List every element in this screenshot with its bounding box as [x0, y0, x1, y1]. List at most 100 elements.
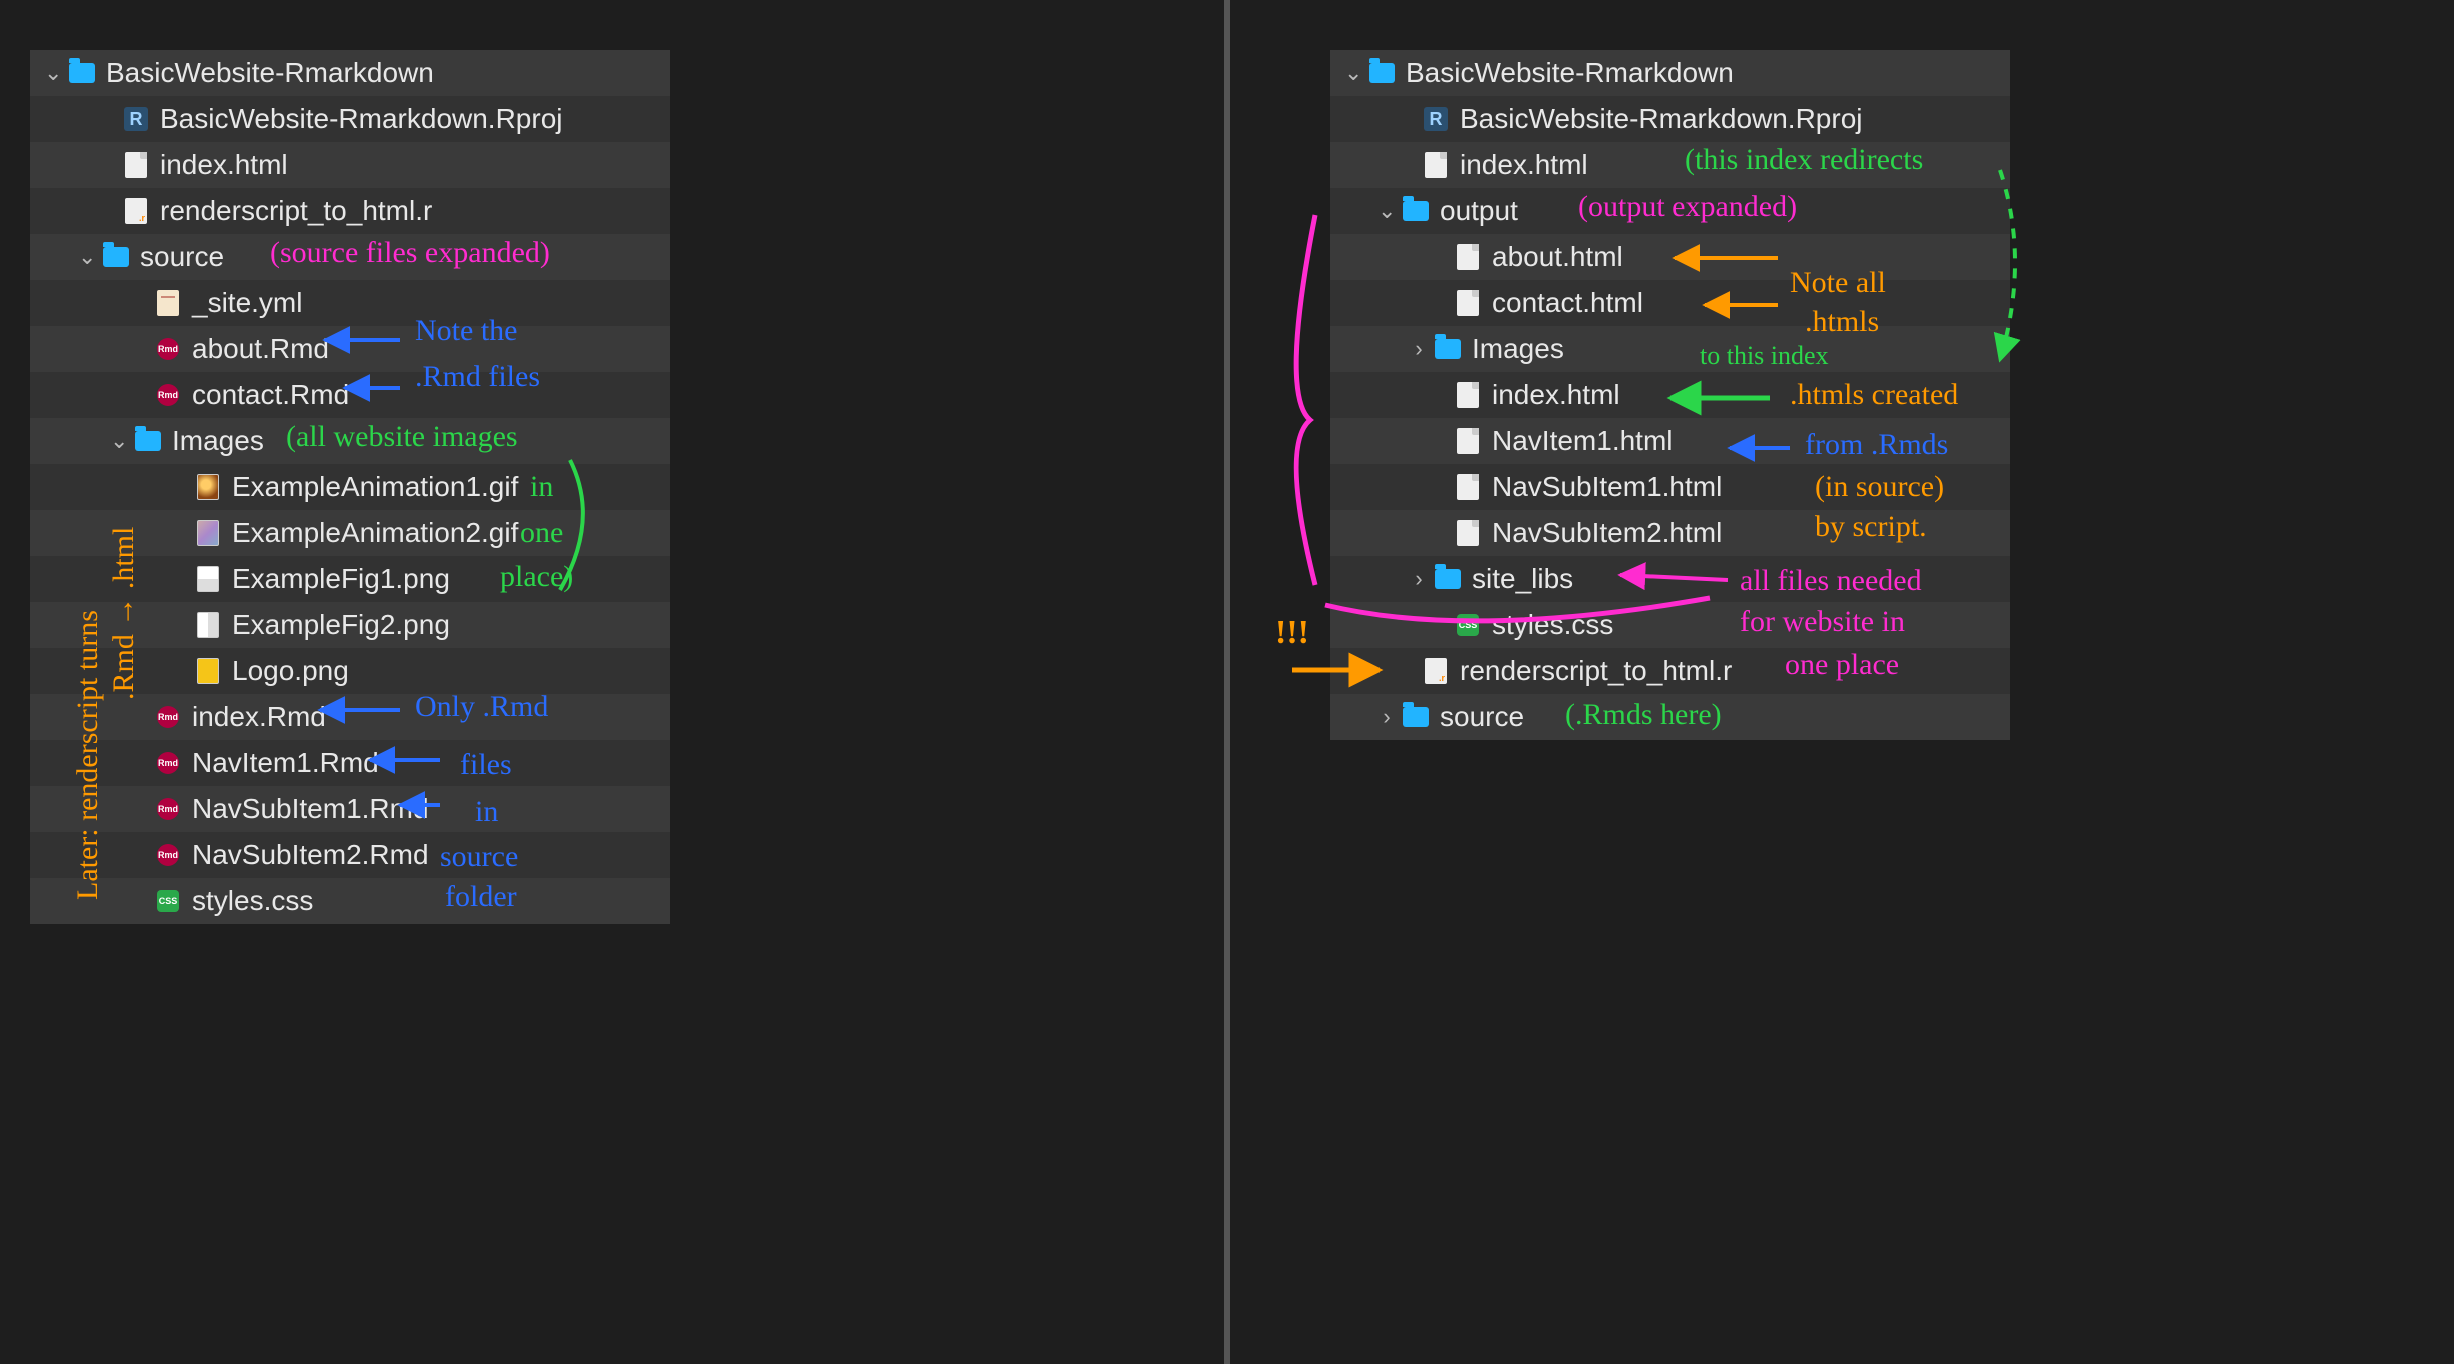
tree-row[interactable]: contact.html: [1330, 280, 2010, 326]
file-icon: [1454, 243, 1482, 271]
chevron-down-icon[interactable]: ⌄: [78, 244, 96, 270]
folder-label: output: [1440, 195, 1518, 227]
tree-row[interactable]: Rmd NavItem1.Rmd: [30, 740, 670, 786]
folder-icon: [1402, 197, 1430, 225]
rproj-icon: R: [122, 105, 150, 133]
file-icon: [122, 151, 150, 179]
file-label: about.Rmd: [192, 333, 329, 365]
file-label: ExampleAnimation1.gif: [232, 471, 518, 503]
file-label: index.html: [1460, 149, 1588, 181]
file-label: Logo.png: [232, 655, 349, 687]
rmd-icon: Rmd: [154, 703, 182, 731]
annotation-exclamation: !!!: [1275, 614, 1309, 651]
file-tree-left: ⌄ BasicWebsite-Rmarkdown R BasicWebsite-…: [30, 50, 670, 924]
r-file-icon: [122, 197, 150, 225]
tree-row[interactable]: NavItem1.html: [1330, 418, 2010, 464]
tree-row[interactable]: NavSubItem2.html: [1330, 510, 2010, 556]
tree-row[interactable]: CSS styles.css: [30, 878, 670, 924]
folder-icon: [1368, 59, 1396, 87]
image-icon: [194, 565, 222, 593]
folder-icon: [1434, 335, 1462, 363]
file-icon: [1454, 473, 1482, 501]
annotation-vertical: Later: renderscript turns: [72, 610, 104, 900]
folder-label: source: [140, 241, 224, 273]
css-icon: CSS: [1454, 611, 1482, 639]
file-label: _site.yml: [192, 287, 302, 319]
file-label: ExampleAnimation2.gif: [232, 517, 518, 549]
right-pane: ⌄ BasicWebsite-Rmarkdown R BasicWebsite-…: [1230, 0, 2454, 1364]
file-label: contact.html: [1492, 287, 1643, 319]
tree-row[interactable]: Rmd NavSubItem2.Rmd: [30, 832, 670, 878]
file-label: NavSubItem2.html: [1492, 517, 1722, 549]
image-icon: [194, 657, 222, 685]
file-label: about.html: [1492, 241, 1623, 273]
chevron-right-icon[interactable]: ›: [1410, 336, 1428, 362]
r-file-icon: [1422, 657, 1450, 685]
annotation-vertical: .Rmd → .html: [108, 527, 140, 700]
rmd-icon: Rmd: [154, 749, 182, 777]
tree-row[interactable]: Rmd about.Rmd: [30, 326, 670, 372]
chevron-down-icon[interactable]: ⌄: [1378, 198, 1396, 224]
rmd-icon: Rmd: [154, 381, 182, 409]
file-label: index.html: [1492, 379, 1620, 411]
tree-row[interactable]: index.html: [1330, 372, 2010, 418]
tree-row[interactable]: renderscript_to_html.r: [1330, 648, 2010, 694]
folder-icon: [102, 243, 130, 271]
chevron-right-icon[interactable]: ›: [1410, 566, 1428, 592]
image-icon: [194, 611, 222, 639]
tree-row-folder[interactable]: ⌄ source: [30, 234, 670, 280]
file-label: index.Rmd: [192, 701, 326, 733]
file-label: styles.css: [1492, 609, 1613, 641]
file-label: styles.css: [192, 885, 313, 917]
file-icon: [1454, 289, 1482, 317]
file-icon: [1422, 151, 1450, 179]
folder-label: source: [1440, 701, 1524, 733]
chevron-down-icon[interactable]: ⌄: [110, 428, 128, 454]
file-icon: [1454, 519, 1482, 547]
tree-row-folder[interactable]: › site_libs: [1330, 556, 2010, 602]
tree-row[interactable]: Rmd index.Rmd: [30, 694, 670, 740]
tree-row-folder[interactable]: ⌄ Images: [30, 418, 670, 464]
tree-row-root[interactable]: ⌄ BasicWebsite-Rmarkdown: [1330, 50, 2010, 96]
tree-row-folder[interactable]: › Images: [1330, 326, 2010, 372]
file-label: BasicWebsite-Rmarkdown.Rproj: [1460, 103, 1863, 135]
tree-row[interactable]: R BasicWebsite-Rmarkdown.Rproj: [1330, 96, 2010, 142]
tree-row[interactable]: about.html: [1330, 234, 2010, 280]
file-icon: [1454, 427, 1482, 455]
tree-row[interactable]: index.html: [1330, 142, 2010, 188]
image-icon: [194, 519, 222, 547]
file-icon: [1454, 381, 1482, 409]
tree-row[interactable]: ExampleAnimation1.gif: [30, 464, 670, 510]
rproj-icon: R: [1422, 105, 1450, 133]
folder-label: Images: [172, 425, 264, 457]
yml-icon: [154, 289, 182, 317]
tree-row-folder[interactable]: ⌄ output: [1330, 188, 2010, 234]
tree-row[interactable]: Rmd contact.Rmd: [30, 372, 670, 418]
tree-row-root[interactable]: ⌄ BasicWebsite-Rmarkdown: [30, 50, 670, 96]
rmd-icon: Rmd: [154, 841, 182, 869]
tree-row[interactable]: _site.yml: [30, 280, 670, 326]
tree-row[interactable]: R BasicWebsite-Rmarkdown.Rproj: [30, 96, 670, 142]
file-label: NavItem1.Rmd: [192, 747, 379, 779]
file-label: ExampleFig2.png: [232, 609, 450, 641]
tree-row[interactable]: renderscript_to_html.r: [30, 188, 670, 234]
tree-row-folder[interactable]: › source: [1330, 694, 2010, 740]
folder-label: Images: [1472, 333, 1564, 365]
file-label: NavSubItem1.html: [1492, 471, 1722, 503]
file-label: renderscript_to_html.r: [1460, 655, 1732, 687]
image-icon: [194, 473, 222, 501]
chevron-down-icon[interactable]: ⌄: [44, 60, 62, 86]
file-label: index.html: [160, 149, 288, 181]
folder-icon: [134, 427, 162, 455]
tree-row[interactable]: CSS styles.css: [1330, 602, 2010, 648]
chevron-right-icon[interactable]: ›: [1378, 704, 1396, 730]
file-label: renderscript_to_html.r: [160, 195, 432, 227]
tree-row[interactable]: index.html: [30, 142, 670, 188]
tree-row[interactable]: Rmd NavSubItem1.Rmd: [30, 786, 670, 832]
left-pane: ⌄ BasicWebsite-Rmarkdown R BasicWebsite-…: [0, 0, 1230, 1364]
folder-label: BasicWebsite-Rmarkdown: [1406, 57, 1734, 89]
rmd-icon: Rmd: [154, 795, 182, 823]
chevron-down-icon[interactable]: ⌄: [1344, 60, 1362, 86]
folder-label: BasicWebsite-Rmarkdown: [106, 57, 434, 89]
tree-row[interactable]: NavSubItem1.html: [1330, 464, 2010, 510]
